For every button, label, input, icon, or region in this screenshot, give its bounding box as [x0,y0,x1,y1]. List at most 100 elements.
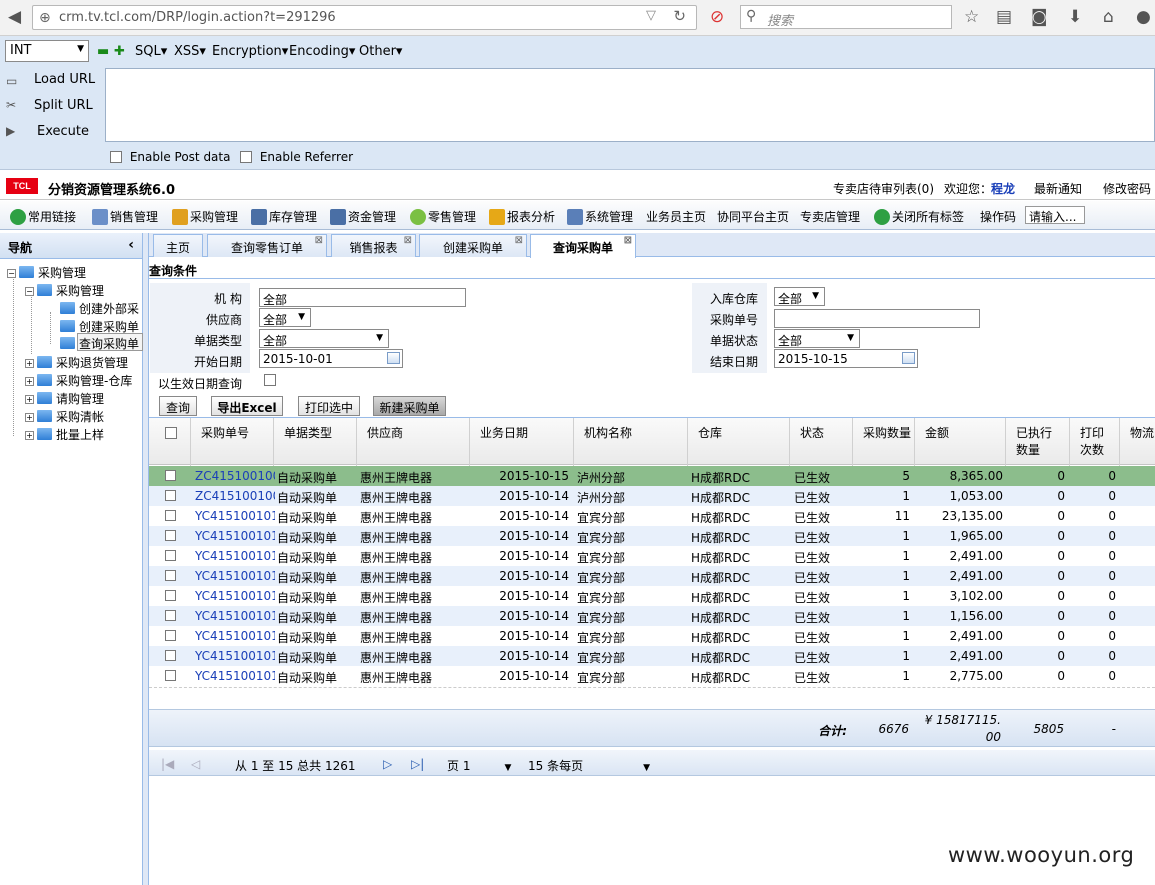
hackbar-menu-xss[interactable]: XSS▾ [174,44,206,59]
prev-page-icon[interactable]: ◁ [191,757,200,771]
col-amount[interactable]: 金额 [915,418,1006,466]
last-page-icon[interactable]: ▷| [411,757,424,771]
first-page-icon[interactable]: |◀ [161,757,174,771]
col-doc-type[interactable]: 单据类型 [274,418,357,466]
pocket-icon[interactable]: ◙ [1031,7,1048,27]
end-date-input[interactable]: 2015-10-15 [774,349,918,368]
menu-funds[interactable]: 资金管理 [330,208,396,225]
tree-leaf-create-external[interactable]: 创建外部采 [60,300,139,317]
table-row[interactable]: YC415100101(自动采购单 惠州王牌电器 2015-10-14 宜宾分部 H成都… [149,586,1155,606]
reading-list-icon[interactable]: ▤ [996,7,1012,27]
calendar-icon[interactable] [902,352,915,364]
url-dropdown-icon[interactable]: ▽ [646,8,656,23]
tree-node-clearing[interactable]: + 采购清帐 [25,408,104,425]
execute-button[interactable]: Execute [37,124,89,139]
effective-date-checkbox[interactable] [264,374,276,386]
tab-query-order[interactable]: 查询采购单 ⊠ [530,234,636,258]
export-excel-button[interactable]: 导出Excel [211,396,283,416]
supplier-select[interactable]: 全部 ▼ [259,308,311,327]
tree-node-purchase-warehouse[interactable]: + 采购管理-仓库 [25,372,132,389]
download-icon[interactable]: ⬇ [1068,7,1082,27]
select-all-checkbox[interactable] [165,427,177,439]
reload-icon[interactable]: ↻ [673,7,686,25]
address-bar[interactable]: ⊕ crm.tv.tcl.com/DRP/login.action?t=2912… [32,5,697,30]
tab-sales-report[interactable]: 销售报表 ⊠ [331,234,416,257]
col-warehouse[interactable]: 仓库 [688,418,790,466]
close-icon[interactable]: ⊠ [515,235,523,246]
hackbar-menu-encoding[interactable]: Encoding▾ [289,44,355,59]
col-qty[interactable]: 采购数量 [853,418,915,466]
plus-icon[interactable]: ✚ [114,44,125,59]
tree-node-purchase-return[interactable]: + 采购退货管理 [25,354,128,371]
table-row[interactable]: ZC415100100(自动采购单 惠州王牌电器 2015-10-14 泸州分部 H成都… [149,486,1155,506]
tree-node-batch-sample[interactable]: + 批量上样 [25,426,104,443]
table-row[interactable]: YC415100101(自动采购单 惠州王牌电器 2015-10-14 宜宾分部 H成都… [149,646,1155,666]
table-row[interactable]: YC415100101(自动采购单 惠州王牌电器 2015-10-14 宜宾分部 H成都… [149,626,1155,646]
block-icon[interactable]: ⊘ [710,7,724,27]
hackbar-int-select[interactable]: INT ▼ [5,40,89,62]
row-checkbox[interactable] [165,570,176,581]
doc-status-select[interactable]: 全部 ▼ [774,329,860,348]
cell-order-no[interactable]: YC41510010117 [195,509,275,523]
home-icon[interactable]: ⌂ [1103,7,1114,27]
start-date-input[interactable]: 2015-10-01 [259,349,403,368]
cell-order-no[interactable]: YC415100101( [195,609,275,623]
collapse-toggle-icon[interactable]: − [25,287,34,296]
menu-inventory[interactable]: 库存管理 [251,208,317,225]
row-checkbox[interactable] [165,610,176,621]
cell-order-no[interactable]: YC415100101( [195,569,275,583]
cell-order-no[interactable]: YC415100101( [195,529,275,543]
col-biz-date[interactable]: 业务日期 [470,418,574,466]
col-status[interactable]: 状态 [790,418,853,466]
table-row[interactable]: YC415100101(自动采购单 惠州王牌电器 2015-10-14 宜宾分部 H成都… [149,526,1155,546]
latest-notice-link[interactable]: 最新通知 [1034,180,1082,197]
close-icon[interactable]: ⊠ [624,235,632,246]
back-icon[interactable]: ◀ [8,7,21,27]
panel-splitter[interactable] [143,233,149,885]
menu-reports[interactable]: 报表分析 [489,208,555,225]
hackbar-url-textarea[interactable] [105,68,1155,142]
expand-toggle-icon[interactable]: + [25,359,34,368]
row-checkbox[interactable] [165,550,176,561]
menu-purchase[interactable]: 采购管理 [172,208,238,225]
table-row[interactable]: YC41510010117自动采购单 惠州王牌电器 2015-10-14 宜宾分部 H成… [149,506,1155,526]
enable-post-toggle[interactable]: Enable Post data [110,150,230,164]
calendar-icon[interactable] [387,352,400,364]
minus-icon[interactable]: ▬ [97,44,109,59]
row-checkbox[interactable] [165,470,176,481]
cell-order-no[interactable]: YC415100101( [195,629,275,643]
enable-referrer-toggle[interactable]: Enable Referrer [240,150,353,164]
row-checkbox[interactable] [165,510,176,521]
warehouse-select[interactable]: 全部 ▼ [774,287,825,306]
menu-collab-home[interactable]: 协同平台主页 [717,208,789,225]
tab-home[interactable]: 主页 [153,234,203,257]
expand-toggle-icon[interactable]: + [25,377,34,386]
row-checkbox[interactable] [165,650,176,661]
close-icon[interactable]: ⊠ [404,235,412,246]
row-checkbox[interactable] [165,530,176,541]
col-executed[interactable]: 已执行数量 [1006,418,1070,466]
enable-referrer-checkbox[interactable] [240,151,252,163]
per-page-select[interactable]: 15 条每页 ▼ [528,757,650,774]
query-button[interactable]: 查询 [159,396,197,416]
col-order-no[interactable]: 采购单号 [191,418,274,466]
collapse-icon[interactable]: ‹ [128,237,134,253]
menu-sales[interactable]: 销售管理 [92,208,158,225]
menu-system[interactable]: 系统管理 [567,208,633,225]
hackbar-menu-encryption[interactable]: Encryption▾ [212,44,288,59]
doc-type-select[interactable]: 全部 ▼ [259,329,389,348]
tree-node-purchase-root[interactable]: − 采购管理 [7,264,86,281]
tab-create-order[interactable]: 创建采购单 ⊠ [419,234,527,257]
menu-retail[interactable]: 零售管理 [410,208,476,225]
col-logistics[interactable]: 物流 [1120,418,1155,466]
cell-order-no[interactable]: ZC415100100( [195,489,275,503]
col-print-count[interactable]: 打印次数 [1070,418,1120,466]
row-checkbox[interactable] [165,670,176,681]
bookmark-star-icon[interactable]: ☆ [964,7,979,27]
load-url-button[interactable]: Load URL [34,72,95,87]
close-icon[interactable]: ⊠ [315,235,323,246]
row-checkbox[interactable] [165,490,176,501]
org-input[interactable]: 全部 [259,288,466,307]
expand-toggle-icon[interactable]: + [25,395,34,404]
chat-icon[interactable]: ● [1136,7,1151,27]
